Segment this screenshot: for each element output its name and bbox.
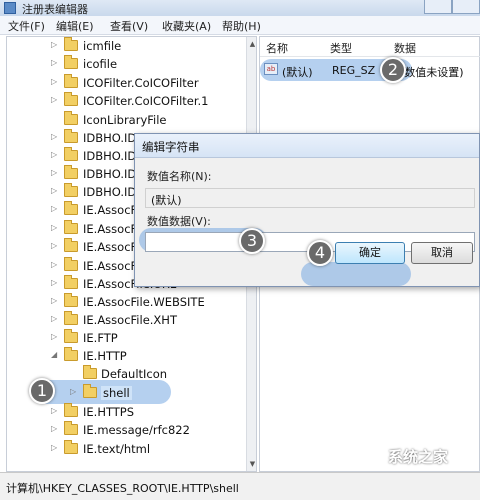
value-type: REG_SZ xyxy=(332,64,376,77)
expand-arrow-icon[interactable]: ▷ xyxy=(70,387,76,396)
expand-arrow-icon[interactable]: ▷ xyxy=(51,443,57,452)
step-marker-3: 3 xyxy=(239,228,265,254)
scroll-down-icon[interactable]: ▼ xyxy=(248,459,256,469)
expand-arrow-icon[interactable]: ▷ xyxy=(51,186,57,195)
expand-arrow-icon[interactable]: ▷ xyxy=(51,40,57,49)
value-data-label: 数值数据(V): xyxy=(147,215,211,228)
tree-item[interactable]: ▷ IE.message/rfc822 xyxy=(7,421,245,440)
folder-icon xyxy=(64,220,78,234)
value-name[interactable]: (默认) xyxy=(282,64,313,80)
menu-view[interactable]: 查看(V) xyxy=(110,18,148,34)
expand-arrow-icon[interactable]: ▷ xyxy=(51,278,57,287)
ok-button[interactable]: 确定 xyxy=(335,242,405,264)
status-bar: 计算机\HKEY_CLASSES_ROOT\IE.HTTP\shell xyxy=(0,472,480,500)
expand-arrow-icon[interactable]: ▷ xyxy=(51,424,57,433)
step-marker-2: 2 xyxy=(380,57,406,83)
menu-favorites[interactable]: 收藏夹(A) xyxy=(162,18,211,34)
tree-item[interactable]: IconLibraryFile xyxy=(7,111,245,130)
tree-item[interactable]: ▷ icmfile xyxy=(7,37,245,56)
expand-arrow-icon[interactable]: ▷ xyxy=(51,260,57,269)
folder-icon xyxy=(64,201,78,215)
folder-icon xyxy=(64,421,78,435)
dialog-title-bar: 编辑字符串 xyxy=(135,134,479,158)
tree-item[interactable]: ◢ IE.HTTP xyxy=(7,347,245,366)
dialog-body: 数值名称(N): (默认) 数值数据(V): 3 确定 取消 4 xyxy=(135,158,479,286)
step-marker-1: 1 xyxy=(29,378,55,404)
folder-icon xyxy=(64,329,78,343)
expand-arrow-icon[interactable]: ▷ xyxy=(51,314,57,323)
folder-icon xyxy=(64,92,78,106)
minimize-button[interactable] xyxy=(424,0,452,14)
value-name-field: (默认) xyxy=(145,188,475,208)
menu-file[interactable]: 文件(F) xyxy=(8,18,45,34)
tree-item[interactable]: ▷ IE.AssocFile.XHT xyxy=(7,311,245,330)
expand-arrow-icon[interactable]: ▷ xyxy=(51,95,57,104)
tree-item[interactable]: ▷ ICOFilter.CoICOFilter xyxy=(7,74,245,93)
window-title: 注册表编辑器 xyxy=(22,3,88,16)
title-bar: 注册表编辑器 xyxy=(0,0,480,16)
folder-icon xyxy=(64,74,78,88)
expand-arrow-icon[interactable]: ▷ xyxy=(51,168,57,177)
expand-arrow-icon[interactable]: ▷ xyxy=(51,77,57,86)
folder-icon xyxy=(64,403,78,417)
value-name-label: 数值名称(N): xyxy=(147,170,212,183)
menu-bar: 文件(F) 编辑(E) 查看(V) 收藏夹(A) 帮助(H) xyxy=(0,16,480,35)
folder-icon xyxy=(83,384,97,398)
tree-item[interactable]: ▷ icofile xyxy=(7,55,245,74)
folder-icon xyxy=(64,293,78,307)
expand-arrow-icon[interactable]: ▷ xyxy=(51,58,57,67)
expand-arrow-icon[interactable]: ▷ xyxy=(51,296,57,305)
tree-item[interactable]: ▷ IE.text/html xyxy=(7,440,245,459)
expand-arrow-icon[interactable]: ▷ xyxy=(51,241,57,250)
folder-icon xyxy=(64,129,78,143)
column-header-type[interactable]: 类型 xyxy=(330,40,352,56)
menu-help[interactable]: 帮助(H) xyxy=(222,18,261,34)
maximize-button[interactable] xyxy=(452,0,480,14)
folder-icon xyxy=(64,347,78,361)
scroll-up-icon[interactable]: ▲ xyxy=(248,39,256,49)
status-path: 计算机\HKEY_CLASSES_ROOT\IE.HTTP\shell xyxy=(6,482,239,495)
menu-edit[interactable]: 编辑(E) xyxy=(56,18,94,34)
regedit-icon xyxy=(4,2,16,14)
edit-string-dialog: 编辑字符串 数值名称(N): (默认) 数值数据(V): 3 确定 取消 4 xyxy=(134,133,480,287)
tree-item[interactable]: ▷ IE.FTP xyxy=(7,329,245,348)
folder-icon xyxy=(64,111,78,125)
site-watermark: 系统之家 xyxy=(388,448,449,466)
header-divider xyxy=(260,56,480,57)
column-header-data[interactable]: 数据 xyxy=(394,40,416,56)
expand-arrow-icon[interactable]: ▷ xyxy=(51,406,57,415)
tree-item[interactable]: ▷ ICOFilter.CoICOFilter.1 xyxy=(7,92,245,111)
tree-item[interactable]: ▷ IE.HTTPS xyxy=(7,403,245,422)
folder-icon xyxy=(64,257,78,271)
string-value-icon: ab xyxy=(264,63,278,75)
expand-arrow-icon[interactable]: ▷ xyxy=(51,204,57,213)
cancel-button[interactable]: 取消 xyxy=(411,242,473,264)
folder-icon xyxy=(64,55,78,69)
folder-icon xyxy=(64,238,78,252)
expand-arrow-icon[interactable]: ▷ xyxy=(51,332,57,341)
folder-icon xyxy=(64,165,78,179)
folder-icon xyxy=(83,365,97,379)
tree-item[interactable]: ▷ IE.AssocFile.WEBSITE xyxy=(7,293,245,312)
folder-icon xyxy=(64,183,78,197)
dialog-title: 编辑字符串 xyxy=(142,140,200,154)
folder-icon xyxy=(64,147,78,161)
step-marker-4: 4 xyxy=(307,240,333,266)
column-header-name[interactable]: 名称 xyxy=(266,40,288,56)
folder-icon xyxy=(64,275,78,289)
expand-arrow-icon[interactable]: ▷ xyxy=(51,223,57,232)
folder-icon xyxy=(64,440,78,454)
folder-icon xyxy=(64,37,78,51)
expand-arrow-icon[interactable]: ▷ xyxy=(51,132,57,141)
folder-icon xyxy=(64,311,78,325)
value-data: (数值未设置) xyxy=(400,66,464,79)
expand-arrow-icon[interactable]: ▷ xyxy=(51,150,57,159)
collapse-arrow-icon[interactable]: ◢ xyxy=(51,350,57,359)
